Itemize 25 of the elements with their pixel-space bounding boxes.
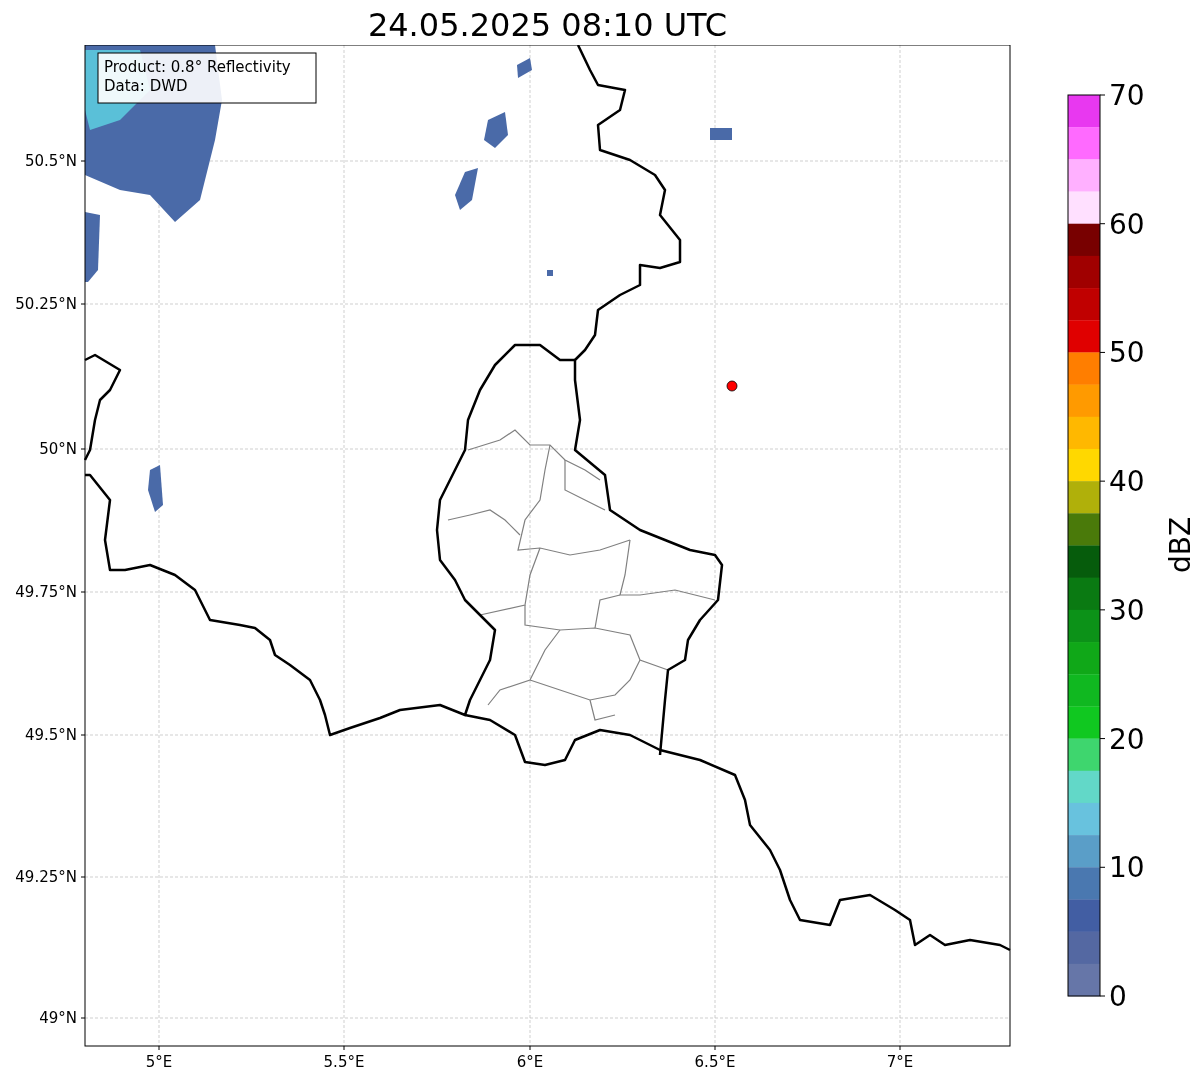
colorbar-tick-label: 0: [1109, 980, 1127, 1013]
axis-tick-label: 6°E: [516, 1053, 544, 1071]
figure-title: 24.05.2025 08:10 UTC: [367, 5, 728, 45]
colorbar-tick-label: 40: [1109, 465, 1145, 499]
axis-tick-label: 50.25°N: [15, 295, 77, 313]
info-text: Product: 0.8° Reflectivity: [104, 58, 291, 76]
info-text: Data: DWD: [104, 77, 188, 95]
axis-tick-label: 49°N: [39, 1009, 77, 1027]
axis-tick-label: 5°E: [145, 1053, 173, 1071]
colorbar-tick-label: 20: [1109, 722, 1145, 756]
axis-tick-label: 49.25°N: [15, 868, 77, 886]
colorbar-label: dBZ: [1164, 516, 1197, 574]
axis-tick-label: 49.75°N: [15, 583, 77, 601]
colorbar-tick-label: 50: [1109, 336, 1145, 370]
colorbar-tick-label: 60: [1109, 207, 1145, 241]
axis-tick-label: 50.5°N: [24, 152, 77, 170]
colorbar-tick-label: 30: [1109, 593, 1145, 627]
location-marker: [726, 380, 738, 392]
axis-tick-label: 5.5°E: [323, 1053, 365, 1071]
axis-tick-label: 49.5°N: [24, 726, 77, 744]
colorbar-tick-label: 70: [1109, 79, 1145, 112]
axis-tick-label: 50°N: [39, 440, 77, 458]
axis-tick-label: 6.5°E: [694, 1053, 736, 1071]
colorbar-tick-label: 10: [1109, 851, 1145, 885]
axis-tick-label: 7°E: [886, 1053, 914, 1071]
